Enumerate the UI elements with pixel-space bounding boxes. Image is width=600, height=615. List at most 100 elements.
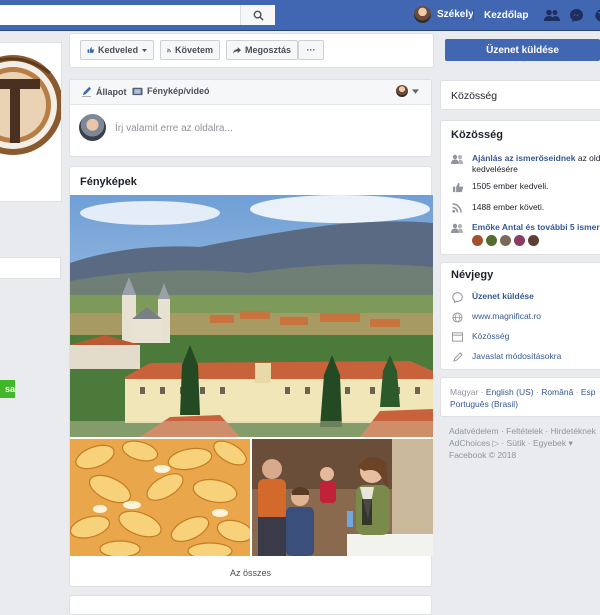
language-current: Magyar	[450, 387, 479, 397]
languages-card: Magyar · English (US) · Română · Esp Por…	[440, 377, 600, 417]
suggest-edits-link[interactable]: Javaslat módosításokra	[472, 351, 561, 362]
more-options-button[interactable]: ···	[298, 40, 324, 60]
invite-friends-link[interactable]: Ajánlás az ismerőseidnek	[472, 153, 575, 163]
avatar	[79, 114, 106, 141]
avatar[interactable]	[514, 235, 525, 246]
friends-like-row: Emőke Antal és további 5 ismer	[451, 222, 600, 246]
profile-link[interactable]: Székely	[414, 6, 474, 23]
chevron-down-icon	[142, 48, 147, 52]
photo-children[interactable]	[252, 439, 433, 556]
friends-icon	[543, 9, 560, 21]
photos-card: Fényképek Az összes	[69, 166, 433, 587]
share-button[interactable]: Megosztás	[226, 40, 298, 60]
likes-count-text: 1505 ember kedveli.	[472, 181, 549, 191]
thumbs-up-icon	[87, 47, 95, 53]
community-card: Közösség Ajánlás az ismerőseidnek az old…	[440, 120, 600, 255]
messages-button[interactable]	[568, 7, 585, 23]
globe-icon	[595, 9, 600, 21]
website-row: www.magnificat.ro	[451, 311, 541, 323]
messenger-icon	[451, 292, 463, 303]
page-profile-picture[interactable]	[0, 42, 62, 202]
photo-landscape[interactable]	[70, 195, 433, 437]
avatar	[396, 85, 408, 97]
language-link[interactable]: English (US)	[486, 387, 534, 397]
avatar[interactable]	[486, 235, 497, 246]
rss-follow-icon	[167, 48, 171, 52]
community-title: Közösség	[451, 129, 503, 141]
globe-icon	[451, 312, 463, 323]
follow-button[interactable]: Követem	[160, 40, 220, 60]
tab-photo-label: Fénykép/videó	[147, 86, 210, 96]
home-link[interactable]: Kezdőlap	[484, 10, 528, 21]
community-header: Közösség	[451, 90, 498, 102]
page-logo	[0, 43, 61, 201]
search-button[interactable]	[240, 5, 275, 25]
like-button[interactable]: Kedveled	[80, 40, 154, 60]
friends-icon	[451, 223, 463, 233]
website-link[interactable]: www.magnificat.ro	[472, 311, 541, 322]
likes-row: 1505 ember kedveli.	[451, 181, 549, 193]
top-navigation-bar: Székely Kezdőlap	[0, 0, 600, 31]
footer-links[interactable]: Adatvédelem · Feltételek · Hirdetéknek	[449, 426, 596, 437]
language-link[interactable]: Română	[541, 387, 573, 397]
nav-icons	[543, 7, 600, 23]
page-action-bar: Kedveled Követem Megosztás ···	[69, 33, 434, 68]
tab-status-label: Állapot	[96, 86, 127, 97]
languages-list: Magyar · English (US) · Română · Esp Por…	[450, 387, 596, 409]
follow-label: Követem	[174, 45, 213, 55]
community-header-card: Közösség	[440, 80, 600, 110]
photo-apple-slices[interactable]	[70, 439, 250, 556]
search-icon	[253, 10, 264, 21]
see-all-photos-link[interactable]: Az összes	[70, 568, 431, 578]
share-label: Megosztás	[244, 45, 291, 55]
tab-photo-video[interactable]: Fénykép/videó	[132, 86, 210, 96]
friend-requests-button[interactable]	[543, 7, 560, 23]
tab-status[interactable]: Állapot	[81, 86, 127, 97]
pencil-icon	[81, 86, 92, 97]
user-name: Székely	[437, 9, 474, 20]
avatar[interactable]	[528, 235, 539, 246]
about-message-link[interactable]: Üzenet küldése	[472, 291, 534, 302]
invite-friends-icon	[451, 154, 463, 164]
follows-count-text: 1488 ember követi.	[472, 202, 545, 212]
language-link[interactable]: Esp	[581, 387, 596, 397]
composer-tabs: Állapot Fénykép/videó	[70, 80, 431, 105]
invite-rest-text: az old	[577, 153, 600, 163]
language-link[interactable]: Português (Brasil)	[450, 399, 518, 409]
category-link[interactable]: Közösség	[472, 331, 509, 342]
share-arrow-icon	[233, 46, 241, 54]
invite-row: Ajánlás az ismerőseidnek az old kedvelésé…	[451, 153, 600, 175]
suggest-edits-row: Javaslat módosításokra	[451, 351, 561, 363]
composer-input[interactable]: Írj valamit erre az oldalra...	[115, 123, 233, 134]
about-card: Névjegy Üzenet küldése www.magnificat.ro…	[440, 262, 600, 370]
invite-line2-text: kedvelésére	[472, 164, 518, 174]
nav-divider	[473, 9, 474, 21]
like-label: Kedveled	[98, 45, 139, 55]
left-action-button[interactable]: sa	[0, 380, 15, 398]
rss-follow-icon	[452, 203, 462, 213]
avatar[interactable]	[472, 235, 483, 246]
about-message-row: Üzenet küldése	[451, 291, 534, 303]
send-message-button[interactable]: Üzenet küldése	[445, 39, 600, 61]
about-title: Névjegy	[451, 269, 494, 281]
category-row: Közösség	[451, 331, 509, 342]
post-composer: Állapot Fénykép/videó Írj valamit erre a…	[69, 79, 432, 157]
follows-row: 1488 ember követi.	[451, 202, 544, 213]
next-card	[69, 595, 432, 615]
search-input[interactable]	[0, 5, 275, 25]
notifications-button[interactable]	[593, 7, 600, 23]
photos-title: Fényképek	[80, 176, 137, 188]
avatar	[414, 6, 431, 23]
pencil-icon	[452, 352, 463, 362]
chevron-down-icon	[412, 88, 419, 94]
left-column: sa	[0, 30, 68, 600]
friends-like-link[interactable]: Emőke Antal és további 5 ismer	[472, 222, 600, 232]
avatar[interactable]	[500, 235, 511, 246]
category-icon	[451, 332, 463, 342]
post-as-selector[interactable]	[396, 85, 419, 97]
thumbs-up-icon	[452, 182, 463, 193]
footer-links[interactable]: AdChoices ▷ · Sütik · Egyebek ▾	[449, 438, 573, 449]
friend-avatars	[472, 235, 600, 246]
messenger-icon	[569, 8, 584, 22]
left-panel-box	[0, 257, 61, 279]
